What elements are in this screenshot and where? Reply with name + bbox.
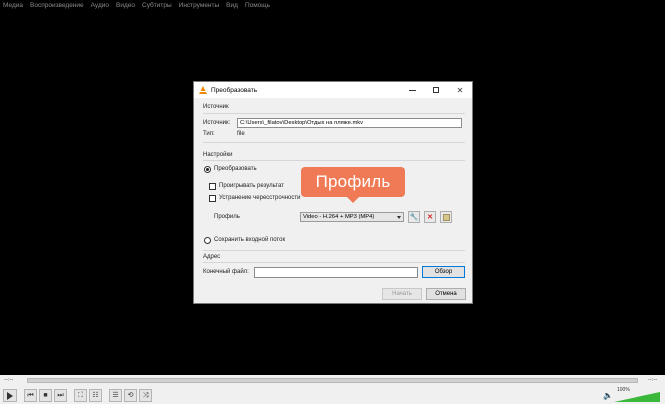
menu-bar: Медиа Воспроизведение Аудио Видео Субтит… [0,0,665,11]
minimize-button[interactable] [400,82,424,98]
type-value: file [237,131,245,137]
loop-icon: ⟲ [127,392,134,399]
vlc-cone-icon [199,86,207,94]
type-label: Тип: [203,131,215,137]
menu-tools[interactable]: Инструменты [179,2,220,9]
play-button[interactable] [3,389,17,402]
fullscreen-icon: ⛶ [78,392,83,399]
new-profile-button[interactable] [440,211,452,223]
maximize-icon [433,87,439,93]
cancel-button[interactable]: Отмена [426,288,466,300]
dest-file-label: Конечный файл: [203,269,249,275]
playlist-icon: ☰ [112,392,119,399]
profile-label: Профиль [214,214,240,220]
menu-view[interactable]: Вид [226,2,238,9]
menu-help[interactable]: Помощь [245,2,270,9]
play-result-label: Проигрывать результат [219,183,284,189]
menu-media[interactable]: Медиа [3,2,23,9]
settings-section-title: Настройки [203,152,233,158]
play-icon [7,391,13,400]
source-input[interactable]: C:\Users\_filatov\Desktop\Отдых на пляже… [237,118,462,128]
close-icon: ✕ [456,85,464,95]
shuffle-icon: ⤨ [142,392,149,399]
controls-row: ⏮ ■ ⏭ ⛶ ☷ ☰ ⟲ ⤨ [0,386,665,404]
menu-subtitles[interactable]: Субтитры [142,2,172,9]
profile-callout: Профиль [301,167,405,203]
speaker-icon[interactable]: 🔈 [603,392,613,400]
loop-button[interactable]: ⟲ [124,389,137,402]
dest-file-input[interactable] [254,267,418,278]
address-section-title: Адрес [203,254,221,260]
previous-icon: ⏮ [27,392,34,399]
save-raw-label: Сохранить входной поток [214,237,286,243]
delete-profile-button[interactable]: ✕ [424,211,436,223]
elapsed-time: --:-- [4,377,14,383]
deinterlace-label: Устранение чересстрочности [219,195,301,201]
menu-audio[interactable]: Аудио [91,2,109,9]
total-time: --:-- [648,377,658,383]
start-button[interactable]: Начать [382,288,422,300]
seek-row: --:-- --:-- [0,375,665,386]
extended-settings-button[interactable]: ☷ [89,389,102,402]
divider [203,113,465,114]
profile-select-value: Video - H.264 + MP3 (MP4) [303,214,375,220]
playlist-button[interactable]: ☰ [109,389,122,402]
volume-slider[interactable] [614,392,660,402]
seek-bar[interactable] [27,378,638,383]
browse-button[interactable]: Обзор [422,266,465,278]
divider [203,160,465,161]
stop-button[interactable]: ■ [39,389,52,402]
next-icon: ⏭ [57,392,64,399]
random-button[interactable]: ⤨ [139,389,152,402]
minimize-icon [408,89,416,91]
menu-video[interactable]: Видео [116,2,135,9]
profile-select[interactable]: Video - H.264 + MP3 (MP4) [300,212,404,222]
wrench-icon: 🔧 [409,213,419,221]
convert-radio-label: Преобразовать [214,166,257,172]
delete-icon: ✕ [427,213,433,221]
source-label: Источник: [203,120,231,126]
divider [203,142,465,143]
new-profile-icon [442,213,450,221]
play-result-checkbox[interactable] [209,183,216,190]
source-section-title: Источник [203,104,229,110]
deinterlace-checkbox[interactable] [209,195,216,202]
fullscreen-button[interactable]: ⛶ [74,389,87,402]
convert-radio[interactable] [204,166,211,173]
equalizer-icon: ☷ [92,392,99,399]
save-raw-radio[interactable] [204,237,211,244]
edit-profile-button[interactable]: 🔧 [408,211,420,223]
next-button[interactable]: ⏭ [54,389,67,402]
stop-icon: ■ [43,392,48,399]
divider [203,250,465,251]
dialog-title: Преобразовать [211,86,258,94]
menu-playback[interactable]: Воспроизведение [30,2,84,9]
chevron-down-icon [397,216,401,219]
divider [203,262,465,263]
volume-fill [614,392,660,402]
dialog-titlebar[interactable]: Преобразовать ✕ [194,82,472,98]
previous-button[interactable]: ⏮ [24,389,37,402]
maximize-button[interactable] [424,82,448,98]
close-button[interactable]: ✕ [448,82,472,98]
